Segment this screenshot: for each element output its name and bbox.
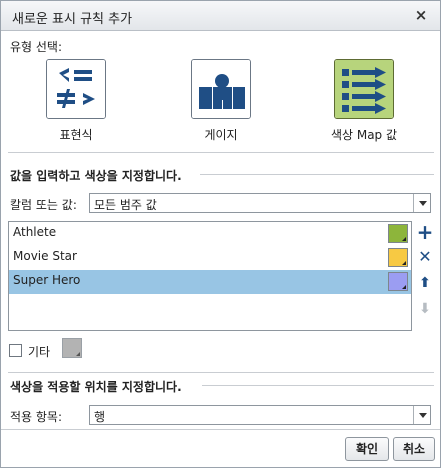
color-map-icon [335,60,393,118]
list-item-label: Super Hero [13,273,81,287]
other-color-swatch-button[interactable] [62,338,82,358]
expression-caption: 표현식 [59,128,93,142]
close-icon[interactable]: × [412,6,430,24]
list-item-super-hero[interactable]: Super Hero [9,270,411,294]
heading-rule [200,174,434,175]
apply-to-select[interactable]: 행 [89,405,431,425]
value-list[interactable]: Athlete Movie Star Super Hero [8,221,412,331]
add-display-rule-dialog: 새로운 표시 규칙 추가 × 유형 선택: 표현식 게이지 색상 Map 값 값… [0,0,441,468]
divider [8,372,434,373]
list-item-movie-star[interactable]: Movie Star [9,246,411,270]
color-map-type-button[interactable] [334,59,394,119]
chevron-down-icon[interactable] [413,406,430,424]
values-section-heading: 값을 입력하고 색상을 지정합니다. [10,169,182,183]
column-select[interactable]: 모든 범주 값 [89,193,431,213]
footer-divider [1,429,440,430]
list-item-label: Movie Star [13,249,77,263]
column-select-value: 모든 범주 값 [94,198,157,212]
move-up-icon[interactable]: ⬆ [416,274,434,292]
other-label: 기타 [28,345,51,359]
color-swatch-button[interactable] [388,248,408,267]
title-bar: 새로운 표시 규칙 추가 × [1,1,440,31]
expression-type-button[interactable] [46,59,106,119]
apply-to-select-value: 행 [94,410,106,424]
color-swatch-button[interactable] [388,272,408,291]
gauge-type-button[interactable] [191,59,251,119]
apply-section-heading: 색상을 적용할 위치를 지정합니다. [10,380,182,394]
cancel-button[interactable]: 취소 [393,437,435,461]
delete-icon[interactable]: ✕ [416,248,434,266]
dialog-title: 새로운 표시 규칙 추가 [12,12,133,27]
expression-icon [47,60,105,118]
ok-button[interactable]: 확인 [345,437,389,461]
list-item-label: Athlete [13,225,57,239]
heading-rule [202,385,434,386]
add-icon[interactable]: + [416,222,434,242]
column-label: 칼럼 또는 값: [10,198,77,212]
color-map-caption: 색상 Map 값 [330,128,398,142]
chevron-down-icon[interactable] [413,194,430,212]
gauge-caption: 게이지 [204,128,238,142]
move-down-icon: ⬇ [419,301,431,317]
list-item-athlete[interactable]: Athlete [9,222,411,246]
color-swatch-button[interactable] [388,224,408,243]
gauge-icon [192,60,250,118]
other-checkbox[interactable] [9,344,22,357]
apply-to-label: 적용 항목: [10,410,63,424]
type-selection-label: 유형 선택: [10,40,63,54]
divider [8,152,434,153]
